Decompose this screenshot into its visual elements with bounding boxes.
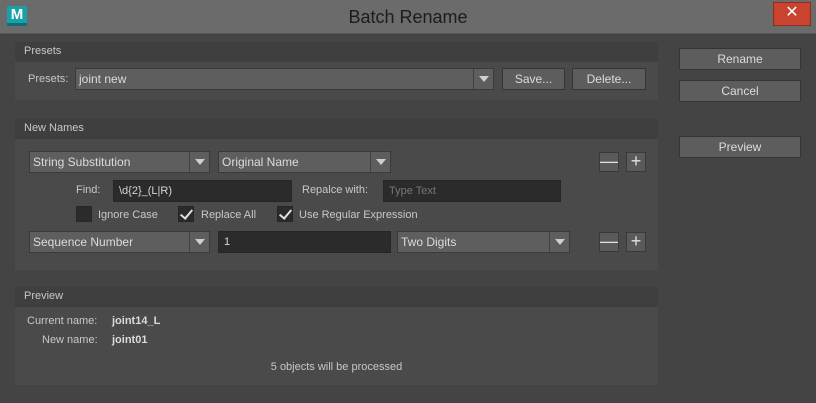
chevron-down-icon [549,232,569,252]
replace-input[interactable]: Type Text [383,180,561,202]
title-bar: M Batch Rename ✕ [0,0,816,34]
new-name-value: joint01 [112,334,148,346]
use-regex-checkbox[interactable] [277,206,293,222]
presets-group-label: Presets [24,45,62,57]
presets-label: Presets: [28,73,69,85]
operation-1-value: String Substitution [33,155,131,169]
preview-group-label: Preview [24,290,64,302]
chevron-down-icon [370,152,390,172]
preview-status-text: 5 objects will be processed [270,361,403,373]
delete-preset-button[interactable]: Delete... [572,68,646,90]
current-name-label: Current name: [27,315,98,327]
cancel-button[interactable]: Cancel [679,80,801,102]
source-value: Original Name [222,155,299,169]
digits-dropdown[interactable]: Two Digits [397,231,570,253]
add-row-2-button[interactable]: + [626,232,646,252]
window-title: Batch Rename [348,7,468,27]
use-regex-label: Use Regular Expression [299,209,418,221]
replace-all-checkbox[interactable] [178,206,194,222]
operation-dropdown-1[interactable]: String Substitution [29,151,210,173]
preview-button[interactable]: Preview [679,136,801,158]
find-input[interactable]: \d{2}_(L|R) [113,180,292,202]
replace-all-label: Replace All [201,209,257,221]
new-name-label: New name: [42,334,98,346]
replace-label: Repalce with: [302,184,369,196]
presets-dropdown[interactable]: joint new [75,68,494,90]
presets-selected-value: joint new [79,72,127,86]
close-button[interactable]: ✕ [773,2,811,26]
operation-dropdown-2[interactable]: Sequence Number [29,231,210,253]
chevron-down-icon [189,232,209,252]
find-label: Find: [76,184,101,196]
sequence-start-input[interactable]: 1 [218,231,391,253]
rename-button[interactable]: Rename [679,48,801,70]
chevron-down-icon [473,69,493,89]
chevron-down-icon [189,152,209,172]
source-dropdown[interactable]: Original Name [218,151,391,173]
ignore-case-label: Ignore Case [98,209,158,221]
operation-2-value: Sequence Number [33,235,134,249]
add-row-1-button[interactable]: + [626,152,646,172]
remove-row-1-button[interactable]: — [599,152,619,172]
new-names-group-label: New Names [24,122,84,134]
ignore-case-checkbox[interactable] [76,206,92,222]
digits-value: Two Digits [401,235,457,249]
current-name-value: joint14_L [112,315,161,327]
remove-row-2-button[interactable]: — [599,232,619,252]
save-preset-button[interactable]: Save... [502,68,565,90]
